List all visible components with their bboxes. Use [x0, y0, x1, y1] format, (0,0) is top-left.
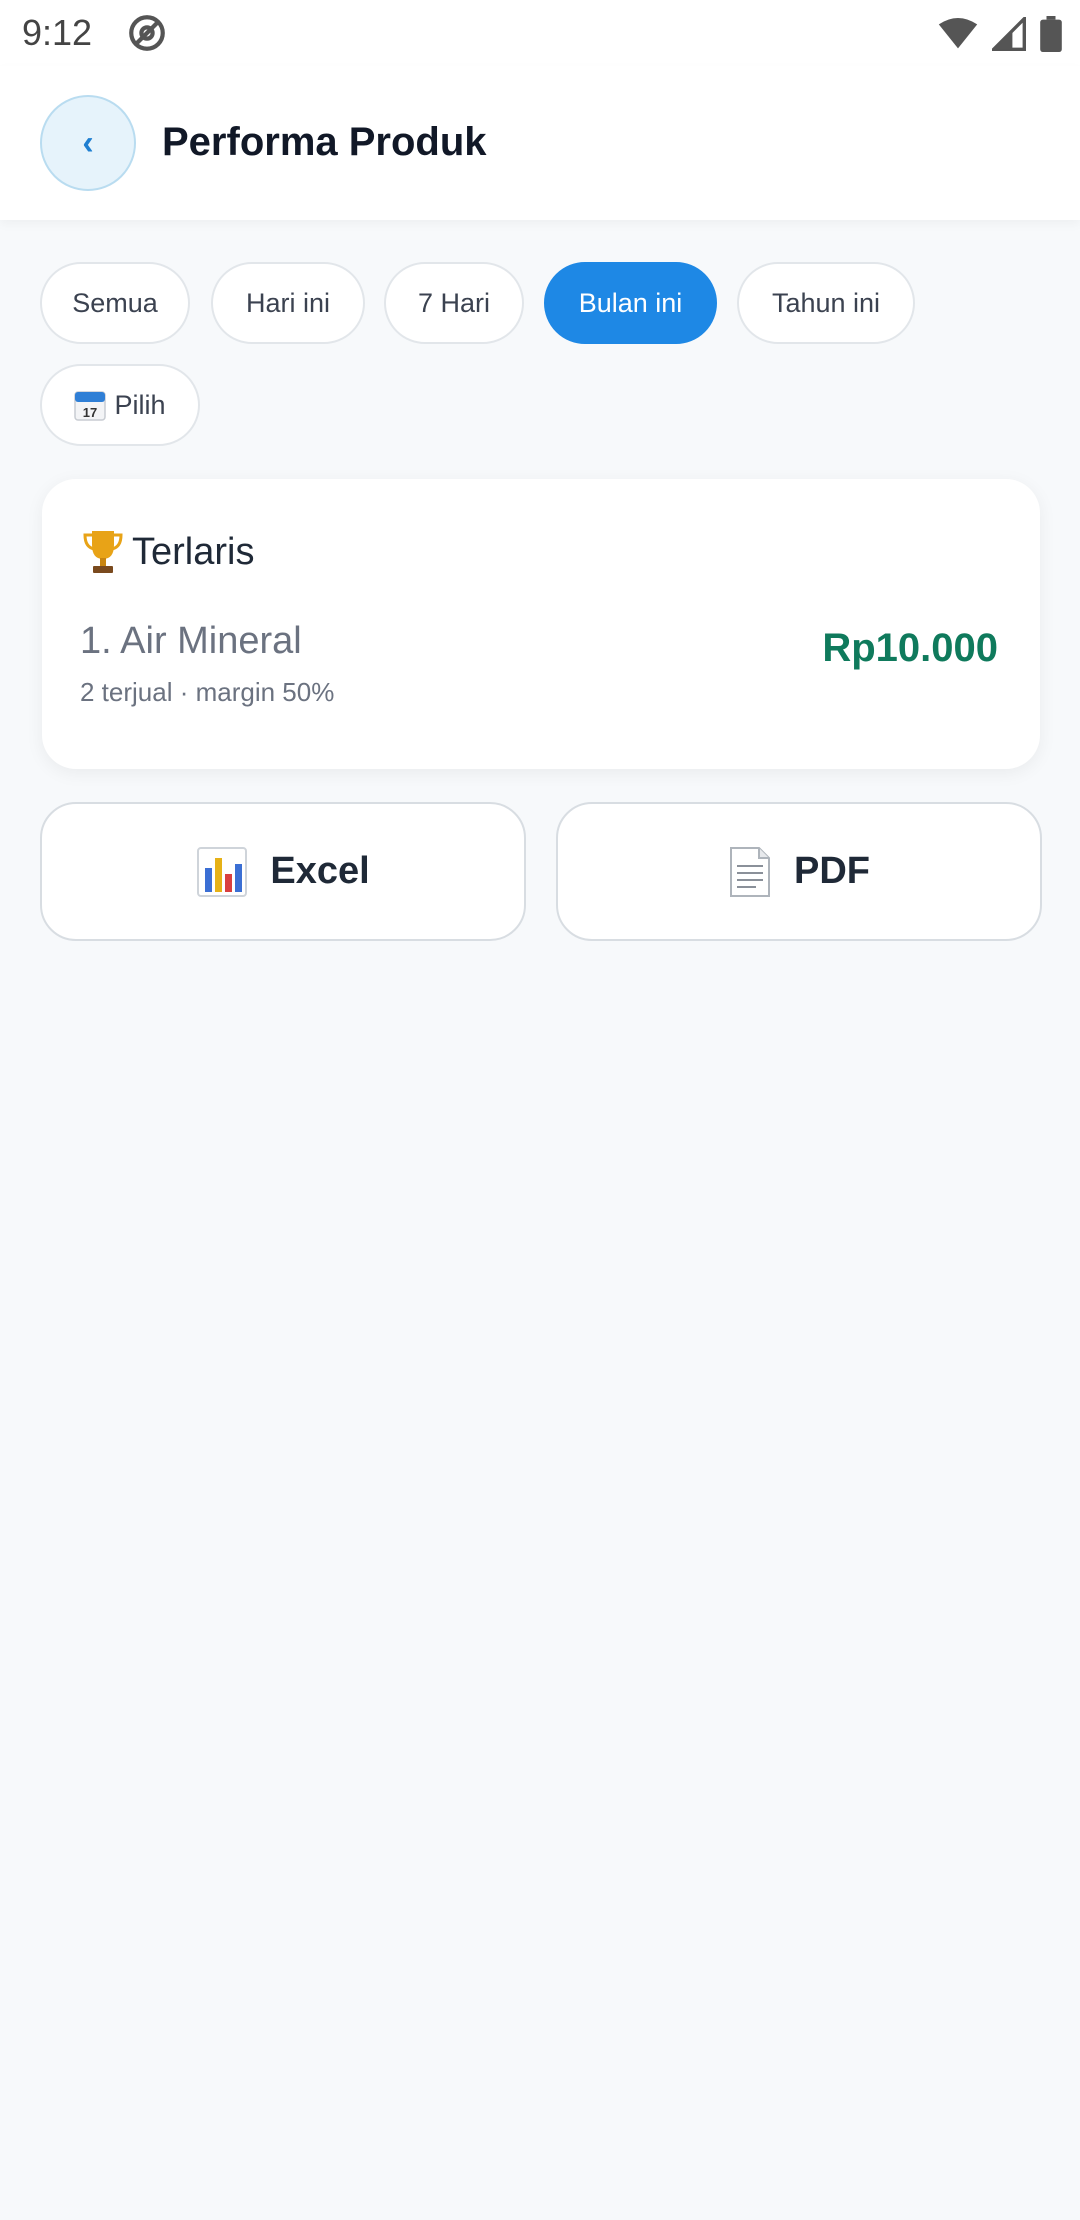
chip-label: Tahun ini — [771, 287, 881, 318]
top-sellers-card: Terlaris 1. Air Mineral 2 terjual · marg… — [42, 479, 1040, 769]
trophy-icon — [83, 531, 123, 573]
at-sign-icon — [129, 15, 165, 51]
back-button[interactable]: ‹ — [40, 95, 136, 191]
svg-text:17: 17 — [83, 405, 97, 420]
cell-signal-icon — [992, 17, 1026, 51]
wifi-icon — [938, 18, 978, 49]
export-pdf-button[interactable]: PDF — [556, 802, 1042, 941]
status-icons — [938, 14, 1062, 54]
filter-chip-tahun-ini[interactable]: Tahun ini — [737, 262, 915, 344]
chip-label: Semua — [72, 287, 158, 318]
chip-label: Hari ini — [245, 287, 331, 318]
calendar-icon: 17 — [74, 391, 107, 421]
status-bar: 9:12 — [0, 0, 1080, 66]
filter-chip-semua[interactable]: Semua — [40, 262, 190, 344]
item-value: Rp10.000 — [822, 626, 998, 670]
filter-chip-hari-ini[interactable]: Hari ini — [211, 262, 365, 344]
chip-label: Bulan ini — [578, 287, 683, 318]
page-title: Performa Produk — [162, 120, 487, 164]
document-icon — [730, 846, 770, 897]
status-time: 9:12 — [22, 12, 93, 53]
export-excel-label: Excel — [270, 850, 370, 892]
filter-chip-7-hari[interactable]: 7 Hari — [384, 262, 524, 344]
export-pdf-label: PDF — [794, 850, 870, 892]
filter-chip-bulan-ini[interactable]: Bulan ini — [544, 262, 717, 344]
item-name: 1. Air Mineral — [80, 620, 302, 662]
chip-label: Pilih — [114, 389, 166, 420]
item-meta: 2 terjual · margin 50% — [80, 677, 335, 707]
chevron-left-icon: ‹ — [82, 123, 94, 162]
chip-label: 7 Hari — [417, 287, 491, 318]
battery-icon — [1040, 16, 1062, 52]
export-excel-button[interactable]: Excel — [40, 802, 526, 941]
filter-chip-pilih[interactable]: 17 Pilih — [40, 364, 200, 446]
bar-chart-icon — [197, 846, 248, 897]
app-bar: ‹ Performa Produk — [0, 66, 1080, 220]
card-title-text: Terlaris — [132, 530, 255, 573]
card-title: Terlaris — [82, 529, 254, 575]
